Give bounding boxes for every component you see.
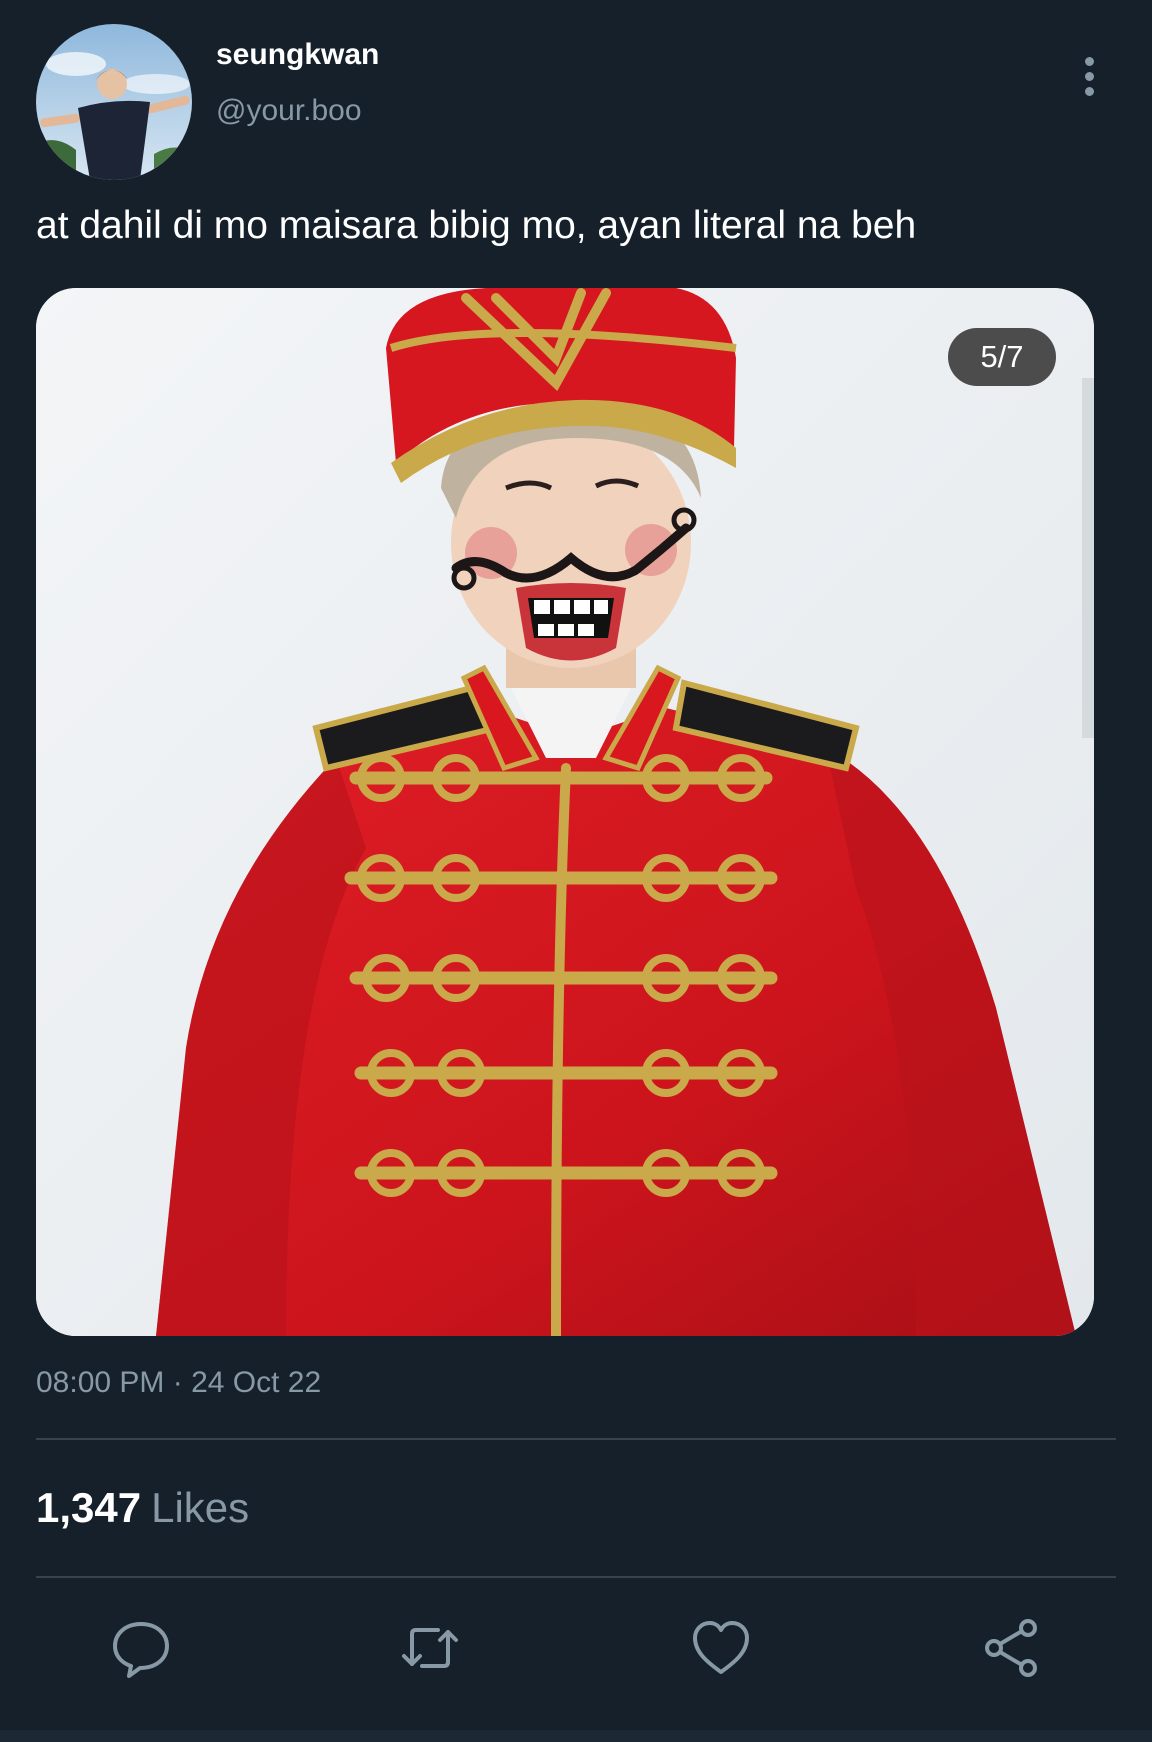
user-handle[interactable]: @your.boo	[216, 94, 362, 128]
tweet-detail: seungkwan @your.boo at dahil di mo maisa…	[0, 0, 1152, 1742]
heart-icon[interactable]	[689, 1616, 753, 1680]
media-photo	[36, 288, 1094, 1336]
share-icon[interactable]	[980, 1616, 1044, 1680]
divider	[36, 1576, 1116, 1578]
tweet-text: at dahil di mo maisara bibig mo, ayan li…	[36, 204, 917, 247]
more-options-icon[interactable]	[1072, 46, 1106, 106]
retweet-icon[interactable]	[398, 1616, 462, 1680]
divider	[36, 1438, 1116, 1440]
display-name[interactable]: seungkwan	[216, 38, 379, 72]
likes-count: 1,347	[36, 1484, 142, 1531]
likes-label: Likes	[151, 1484, 250, 1531]
likes-stat[interactable]: 1,347 Likes	[36, 1484, 249, 1532]
tweet-timestamp[interactable]: 08:00 PM · 24 Oct 22	[36, 1366, 321, 1400]
tweet-media[interactable]: 5/7	[36, 288, 1094, 1336]
avatar-image	[36, 24, 192, 180]
avatar[interactable]	[36, 24, 192, 180]
reply-icon[interactable]	[109, 1616, 173, 1680]
bottom-bar	[0, 1730, 1152, 1742]
media-counter-badge: 5/7	[948, 328, 1056, 386]
